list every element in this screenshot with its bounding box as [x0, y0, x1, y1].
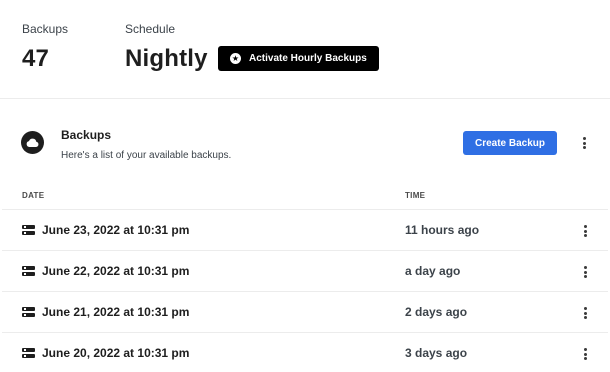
backup-date: June 21, 2022 at 10:31 pm — [42, 305, 190, 319]
schedule-stat: Schedule Nightly — [125, 22, 208, 73]
backup-time-ago: 11 hours ago — [405, 223, 480, 237]
table-row[interactable]: June 23, 2022 at 10:31 pm 11 hours ago — [2, 209, 608, 250]
backups-stat: Backups 47 — [22, 22, 68, 73]
server-icon — [22, 348, 35, 358]
backups-count-value: 47 — [22, 45, 50, 72]
backups-count-label: Backups — [22, 22, 69, 36]
backup-date: June 23, 2022 at 10:31 pm — [42, 223, 190, 237]
section-title: Backups — [61, 128, 112, 142]
activate-hourly-backups-button[interactable]: ★ Activate Hourly Backups — [218, 46, 379, 71]
more-vertical-icon[interactable] — [580, 224, 590, 238]
backup-date: June 20, 2022 at 10:31 pm — [42, 346, 190, 360]
more-vertical-icon[interactable] — [579, 136, 589, 150]
section-subtitle: Here's a list of your available backups. — [61, 150, 232, 161]
server-icon — [22, 266, 35, 276]
backup-time-ago: 3 days ago — [405, 346, 468, 360]
schedule-value: Nightly — [125, 45, 208, 72]
activate-hourly-backups-label: Activate Hourly Backups — [249, 53, 367, 64]
backup-date: June 22, 2022 at 10:31 pm — [42, 264, 190, 278]
server-icon — [22, 307, 35, 317]
table-row[interactable]: June 20, 2022 at 10:31 pm 3 days ago — [2, 332, 608, 372]
backup-time-ago: 2 days ago — [405, 305, 468, 319]
more-vertical-icon[interactable] — [580, 347, 590, 361]
stats-panel: Backups 47 Schedule Nightly ★ Activate H… — [0, 0, 610, 99]
table-row[interactable]: June 21, 2022 at 10:31 pm 2 days ago — [2, 291, 608, 332]
column-header-time: TIME — [405, 191, 426, 200]
schedule-label: Schedule — [125, 22, 176, 36]
star-icon: ★ — [230, 53, 241, 64]
cloud-icon — [21, 131, 44, 154]
table-row[interactable]: June 22, 2022 at 10:31 pm a day ago — [2, 250, 608, 291]
more-vertical-icon[interactable] — [580, 265, 590, 279]
create-backup-button[interactable]: Create Backup — [463, 131, 557, 155]
column-header-date: DATE — [22, 191, 45, 200]
more-vertical-icon[interactable] — [580, 306, 590, 320]
backup-time-ago: a day ago — [405, 264, 461, 278]
server-icon — [22, 225, 35, 235]
